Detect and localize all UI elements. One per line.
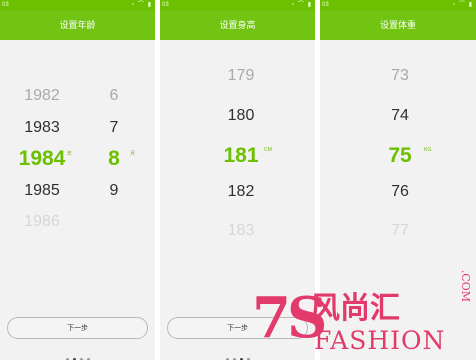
onboarding-screens: 03 ◔ ⌒ ▮ 设置年龄 1982 1983 1984 年 1985 1986… (0, 0, 476, 360)
status-icons: ◔ ⌒ ▮ (451, 2, 473, 8)
status-time: 03 (162, 2, 169, 8)
height-option[interactable]: 183 (228, 223, 255, 239)
month-option[interactable]: 9 (110, 183, 119, 199)
age-screen: 03 ◔ ⌒ ▮ 设置年龄 1982 1983 1984 年 1985 1986… (0, 0, 155, 360)
next-button[interactable]: 下一步 (7, 317, 148, 339)
weight-option[interactable]: 76 (391, 184, 409, 200)
watermark-chinese: 风尚汇 (310, 292, 400, 325)
weight-unit: KG (424, 147, 432, 153)
height-option[interactable]: 182 (228, 184, 255, 200)
month-selected[interactable]: 8 (108, 148, 120, 169)
year-option[interactable]: 1983 (24, 120, 60, 136)
watermark-logo: 7S 风尚汇 FASHION .COM (252, 270, 476, 360)
month-option[interactable]: 7 (110, 120, 119, 136)
status-bar: 03 ◔ ⌒ ▮ (160, 0, 315, 10)
year-option[interactable]: 1982 (24, 88, 60, 104)
year-option[interactable]: 1986 (24, 214, 60, 230)
status-icons: ◔ ⌒ ▮ (290, 2, 312, 8)
month-option[interactable]: 6 (110, 88, 119, 104)
height-selected[interactable]: 181 (223, 145, 258, 166)
height-unit: CM (264, 147, 272, 153)
weight-selected[interactable]: 75 (388, 145, 411, 166)
month-unit: 月 (130, 151, 136, 157)
weight-option[interactable]: 77 (391, 223, 409, 239)
weight-option[interactable]: 73 (391, 68, 409, 84)
page-indicator (0, 348, 155, 360)
status-time: 03 (322, 2, 329, 8)
status-bar: 03 ◔ ⌒ ▮ (0, 0, 155, 10)
weight-option[interactable]: 74 (391, 108, 409, 124)
year-option[interactable]: 1985 (24, 183, 60, 199)
year-unit: 年 (67, 151, 73, 157)
page-title: 设置身高 (160, 10, 315, 40)
watermark-english: FASHION (314, 326, 446, 355)
status-bar: 03 ◔ ⌒ ▮ (320, 0, 476, 10)
page-title: 设置年龄 (0, 10, 155, 40)
page-title: 设置体重 (320, 10, 476, 40)
status-icons: ◔ ⌒ ▮ (130, 2, 152, 8)
year-selected[interactable]: 1984 (19, 148, 66, 169)
status-time: 03 (2, 2, 9, 8)
height-option[interactable]: 180 (228, 108, 255, 124)
height-option[interactable]: 179 (228, 68, 255, 84)
watermark-domain: .COM (459, 269, 472, 302)
